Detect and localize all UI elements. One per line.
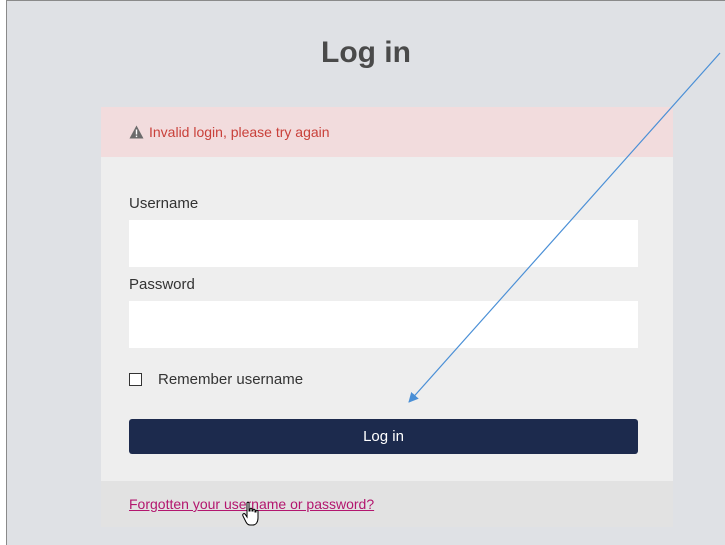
- alert-message: Invalid login, please try again: [149, 124, 330, 140]
- username-input[interactable]: [129, 220, 638, 267]
- login-card: Invalid login, please try again Username…: [101, 107, 673, 527]
- password-input[interactable]: [129, 301, 638, 348]
- warning-triangle-icon: [129, 125, 144, 139]
- remember-username-label: Remember username: [158, 371, 304, 388]
- card-footer: Forgotten your username or password?: [101, 481, 673, 527]
- login-page: Log in Invalid login, please try again U…: [6, 0, 725, 545]
- forgot-credentials-link[interactable]: Forgotten your username or password?: [129, 496, 374, 512]
- page-title: Log in: [321, 36, 411, 69]
- password-label: Password: [129, 276, 195, 293]
- username-label: Username: [129, 195, 199, 212]
- remember-username-checkbox[interactable]: [129, 373, 142, 386]
- login-button[interactable]: Log in: [129, 419, 638, 454]
- remember-username-option[interactable]: Remember username: [129, 371, 303, 388]
- error-alert: Invalid login, please try again: [101, 107, 673, 157]
